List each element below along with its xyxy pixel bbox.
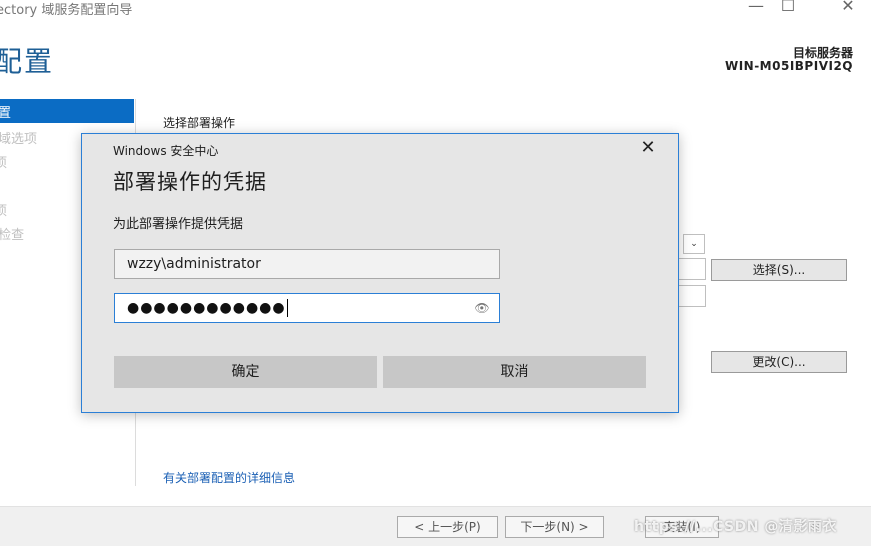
dialog-title: 部署操作的凭据 (113, 170, 267, 194)
sidebar-item-prereq-check[interactable]: ·检查 (0, 224, 24, 243)
deployment-operation-label: 选择部署操作 (163, 116, 236, 130)
watermark-text: https://...CSDN @清影雨衣 (634, 519, 837, 535)
window-title: ectory 域服务配置向导 (0, 3, 133, 18)
dialog-close-icon[interactable]: ✕ (636, 136, 660, 160)
sidebar-item-review[interactable]: 项 (0, 200, 7, 219)
change-button[interactable]: 更改(C)... (711, 351, 847, 373)
dialog-caption: Windows 安全中心 (113, 144, 219, 158)
password-mask: ●●●●●●●●●●●● (127, 300, 286, 316)
prev-button[interactable]: < 上一步(P) (397, 516, 498, 538)
sidebar-item-selected[interactable] (0, 99, 134, 123)
page-title: 配置 (0, 45, 55, 78)
sidebar-item-deployment[interactable]: 置 (0, 102, 11, 121)
text-caret (286, 299, 288, 317)
username-input[interactable]: wzzy\administrator (114, 249, 500, 279)
dialog-subtitle: 为此部署操作提供凭据 (113, 217, 244, 232)
reveal-password-icon[interactable]: 👁 (473, 299, 491, 317)
select-button[interactable]: 选择(S)... (711, 259, 847, 281)
wizard-header (0, 18, 871, 98)
credential-field[interactable] (678, 285, 706, 307)
cancel-button[interactable]: 取消 (383, 356, 646, 388)
password-input[interactable]: ●●●●●●●●●●●● (114, 293, 500, 323)
target-server-name: WIN-M05IBPIVI2Q (724, 59, 853, 73)
ok-button[interactable]: 确定 (114, 356, 377, 388)
username-value: wzzy\administrator (127, 256, 261, 272)
maximize-button[interactable]: ☐ (768, 0, 808, 18)
chevron-down-icon[interactable]: ⌄ (683, 234, 705, 254)
next-button[interactable]: 下一步(N) > (505, 516, 604, 538)
more-info-link[interactable]: 有关部署配置的详细信息 (163, 469, 295, 486)
sidebar-item-dc-options[interactable]: 域选项 (0, 128, 37, 147)
sidebar-item-additional[interactable]: 项 (0, 152, 7, 171)
domain-field[interactable] (678, 258, 706, 280)
close-window-button[interactable]: ✕ (828, 0, 868, 18)
